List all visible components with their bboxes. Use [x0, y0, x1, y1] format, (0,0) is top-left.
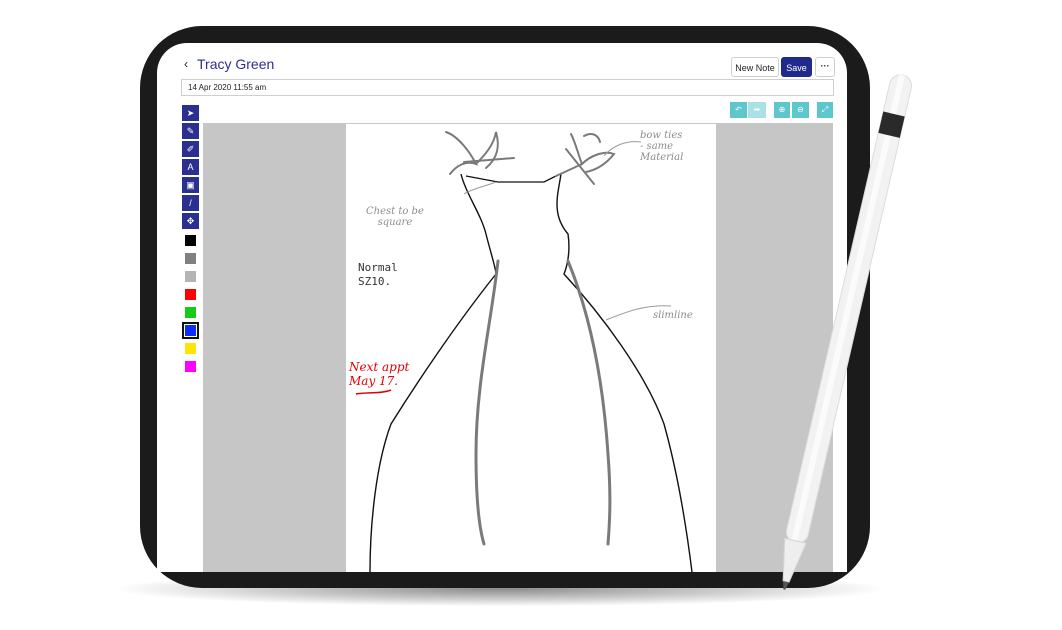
apple-pencil [782, 74, 913, 590]
